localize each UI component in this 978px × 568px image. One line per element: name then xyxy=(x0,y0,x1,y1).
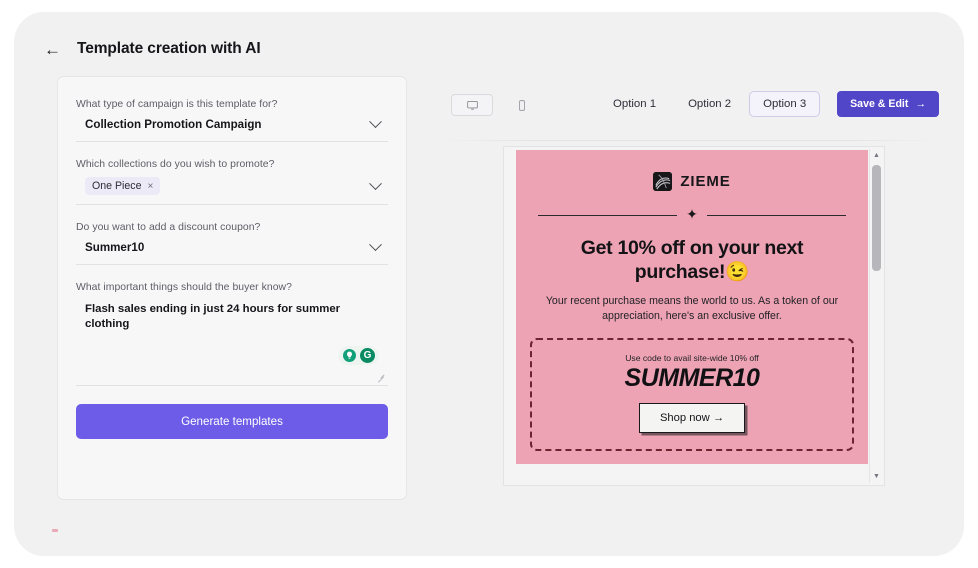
buyer-info-textarea[interactable]: Flash sales ending in just 24 hours for … xyxy=(76,300,388,386)
campaign-type-value: Collection Promotion Campaign xyxy=(85,118,262,131)
coupon-code: SUMMER10 xyxy=(624,363,760,392)
grammarly-g-icon[interactable]: G xyxy=(360,348,375,363)
phone-icon xyxy=(519,99,525,111)
email-preview-frame: ZIEME ✦ Get 10% off on your next purchas… xyxy=(503,146,885,486)
coupon-caption: Use code to avail site-wide 10% off xyxy=(625,352,759,363)
desktop-view-toggle[interactable] xyxy=(451,94,493,116)
pink-dot-artifact xyxy=(52,529,58,532)
page-title: Template creation with AI xyxy=(77,40,261,57)
device-toggle-group xyxy=(451,94,543,116)
campaign-type-label: What type of campaign is this template f… xyxy=(76,99,278,110)
email-brand-row: ZIEME xyxy=(516,172,868,191)
email-preview-body: ZIEME ✦ Get 10% off on your next purchas… xyxy=(516,150,868,464)
sparkle-icon: ✦ xyxy=(686,206,698,222)
scroll-up-icon[interactable]: ▲ xyxy=(870,149,883,162)
divider-line-left xyxy=(538,214,678,216)
template-form-card: What type of campaign is this template f… xyxy=(57,76,407,500)
buyer-info-label: What important things should the buyer k… xyxy=(76,282,292,293)
collections-label: Which collections do you wish to promote… xyxy=(76,159,275,170)
coupon-label: Do you want to add a discount coupon? xyxy=(76,222,261,233)
tab-option-1[interactable]: Option 1 xyxy=(599,91,670,117)
collections-multiselect[interactable]: One Piece × xyxy=(76,176,388,205)
mobile-view-toggle[interactable] xyxy=(501,94,543,116)
arrow-right-icon: → xyxy=(915,98,926,110)
coupon-box: Use code to avail site-wide 10% off SUMM… xyxy=(530,337,854,452)
toolbar-divider xyxy=(439,140,939,141)
tab-option-2[interactable]: Option 2 xyxy=(674,91,745,117)
scroll-down-icon[interactable]: ▼ xyxy=(870,470,883,483)
buyer-info-value: Flash sales ending in just 24 hours for … xyxy=(85,303,341,331)
divider-line-right xyxy=(706,214,847,216)
zieme-logo-icon xyxy=(653,172,673,191)
save-and-edit-button[interactable]: Save & Edit → xyxy=(837,91,939,117)
email-subtext: Your recent purchase means the world to … xyxy=(545,294,839,322)
scrollbar-thumb[interactable] xyxy=(872,165,881,271)
save-and-edit-label: Save & Edit xyxy=(850,98,909,110)
preview-toolbar: Option 1 Option 2 Option 3 Save & Edit → xyxy=(439,86,949,132)
chevron-down-icon xyxy=(369,115,382,129)
email-divider: ✦ xyxy=(538,206,847,222)
textarea-resize-handle[interactable] xyxy=(377,374,385,382)
email-headline: Get 10% off on your next purchase!😉 xyxy=(580,237,804,283)
campaign-type-dropdown[interactable]: Collection Promotion Campaign xyxy=(76,115,388,142)
option-tabs: Option 1 Option 2 Option 3 xyxy=(599,91,821,117)
lightbulb-icon[interactable] xyxy=(342,348,357,363)
monitor-icon xyxy=(466,100,478,110)
tab-option-3[interactable]: Option 3 xyxy=(749,91,821,117)
grammarly-widget[interactable]: G xyxy=(338,346,379,365)
coupon-value: Summer10 xyxy=(85,241,145,254)
chevron-down-icon xyxy=(369,238,382,252)
collection-chip[interactable]: One Piece × xyxy=(85,177,161,195)
shop-now-button[interactable]: Shop now → xyxy=(638,403,746,434)
chevron-down-icon xyxy=(369,176,382,190)
back-arrow-icon[interactable]: ← xyxy=(44,41,61,58)
email-brand-name: ZIEME xyxy=(680,173,731,190)
app-shell: ← Template creation with AI What type of… xyxy=(14,12,964,556)
generate-templates-button[interactable]: Generate templates xyxy=(76,404,388,439)
page-header: ← Template creation with AI xyxy=(44,40,261,58)
collection-chip-remove-icon[interactable]: × xyxy=(147,181,153,192)
collection-chip-label: One Piece xyxy=(92,180,142,192)
preview-scrollbar[interactable]: ▲ ▼ xyxy=(869,149,882,483)
coupon-dropdown[interactable]: Summer10 xyxy=(76,238,388,265)
